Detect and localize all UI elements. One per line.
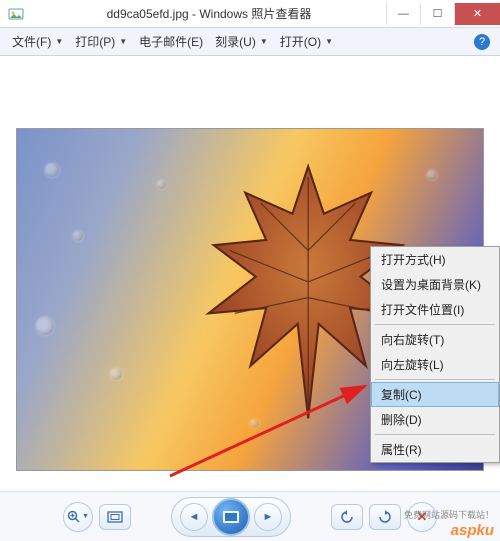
menu-open-label: 打开(O) bbox=[280, 33, 321, 50]
ctx-open-with[interactable]: 打开方式(H) bbox=[371, 247, 499, 272]
fit-window-button[interactable] bbox=[99, 504, 131, 530]
menu-file-label: 文件(F) bbox=[12, 33, 51, 50]
watermark-subtitle: 免费网站源码下载站！ bbox=[404, 508, 494, 521]
slideshow-button[interactable] bbox=[212, 498, 250, 536]
menu-file[interactable]: 文件(F) ▼ bbox=[6, 30, 69, 53]
titlebar: dd9ca05efd.jpg - Windows 照片查看器 — ☐ ✕ bbox=[0, 0, 500, 28]
rotate-ccw-button[interactable] bbox=[331, 504, 363, 530]
menu-burn[interactable]: 刻录(U) ▼ bbox=[209, 30, 274, 53]
menubar: 文件(F) ▼ 打印(P) ▼ 电子邮件(E) 刻录(U) ▼ 打开(O) ▼ ? bbox=[0, 28, 500, 56]
ctx-properties[interactable]: 属性(R) bbox=[371, 437, 499, 462]
ctx-rotate-left[interactable]: 向左旋转(L) bbox=[371, 352, 499, 377]
window-title: dd9ca05efd.jpg - Windows 照片查看器 bbox=[32, 5, 386, 22]
menu-burn-label: 刻录(U) bbox=[215, 33, 256, 50]
ctx-set-wallpaper[interactable]: 设置为桌面背景(K) bbox=[371, 272, 499, 297]
chevron-down-icon: ▼ bbox=[55, 37, 63, 46]
ctx-separator bbox=[375, 379, 495, 380]
context-menu: 打开方式(H) 设置为桌面背景(K) 打开文件位置(I) 向右旋转(T) 向左旋… bbox=[370, 246, 500, 463]
photo-viewer: 打开方式(H) 设置为桌面背景(K) 打开文件位置(I) 向右旋转(T) 向左旋… bbox=[0, 56, 500, 491]
next-button[interactable]: ► bbox=[254, 503, 282, 531]
chevron-down-icon: ▼ bbox=[82, 513, 89, 520]
watermark-main: aspku bbox=[451, 522, 494, 539]
prev-button[interactable]: ◄ bbox=[180, 503, 208, 531]
menu-email[interactable]: 电子邮件(E) bbox=[133, 30, 209, 53]
minimize-button[interactable]: — bbox=[386, 3, 420, 25]
help-icon[interactable]: ? bbox=[474, 34, 490, 50]
zoom-button[interactable]: ▼ bbox=[63, 502, 93, 532]
window-controls: — ☐ ✕ bbox=[386, 3, 500, 25]
menu-open[interactable]: 打开(O) ▼ bbox=[274, 30, 339, 53]
app-icon bbox=[6, 4, 26, 24]
chevron-down-icon: ▼ bbox=[119, 37, 127, 46]
close-button[interactable]: ✕ bbox=[454, 3, 500, 25]
chevron-down-icon: ▼ bbox=[325, 37, 333, 46]
menu-print-label: 打印(P) bbox=[75, 33, 115, 50]
menu-print[interactable]: 打印(P) ▼ bbox=[69, 30, 133, 53]
ctx-copy[interactable]: 复制(C) bbox=[371, 382, 499, 407]
menu-email-label: 电子邮件(E) bbox=[139, 33, 203, 50]
rotate-cw-button[interactable] bbox=[369, 504, 401, 530]
ctx-open-location[interactable]: 打开文件位置(I) bbox=[371, 297, 499, 322]
maximize-button[interactable]: ☐ bbox=[420, 3, 454, 25]
chevron-down-icon: ▼ bbox=[260, 37, 268, 46]
nav-cluster: ◄ ► bbox=[171, 497, 291, 537]
ctx-separator bbox=[375, 324, 495, 325]
ctx-rotate-right[interactable]: 向右旋转(T) bbox=[371, 327, 499, 352]
ctx-separator bbox=[375, 434, 495, 435]
ctx-delete[interactable]: 删除(D) bbox=[371, 407, 499, 432]
